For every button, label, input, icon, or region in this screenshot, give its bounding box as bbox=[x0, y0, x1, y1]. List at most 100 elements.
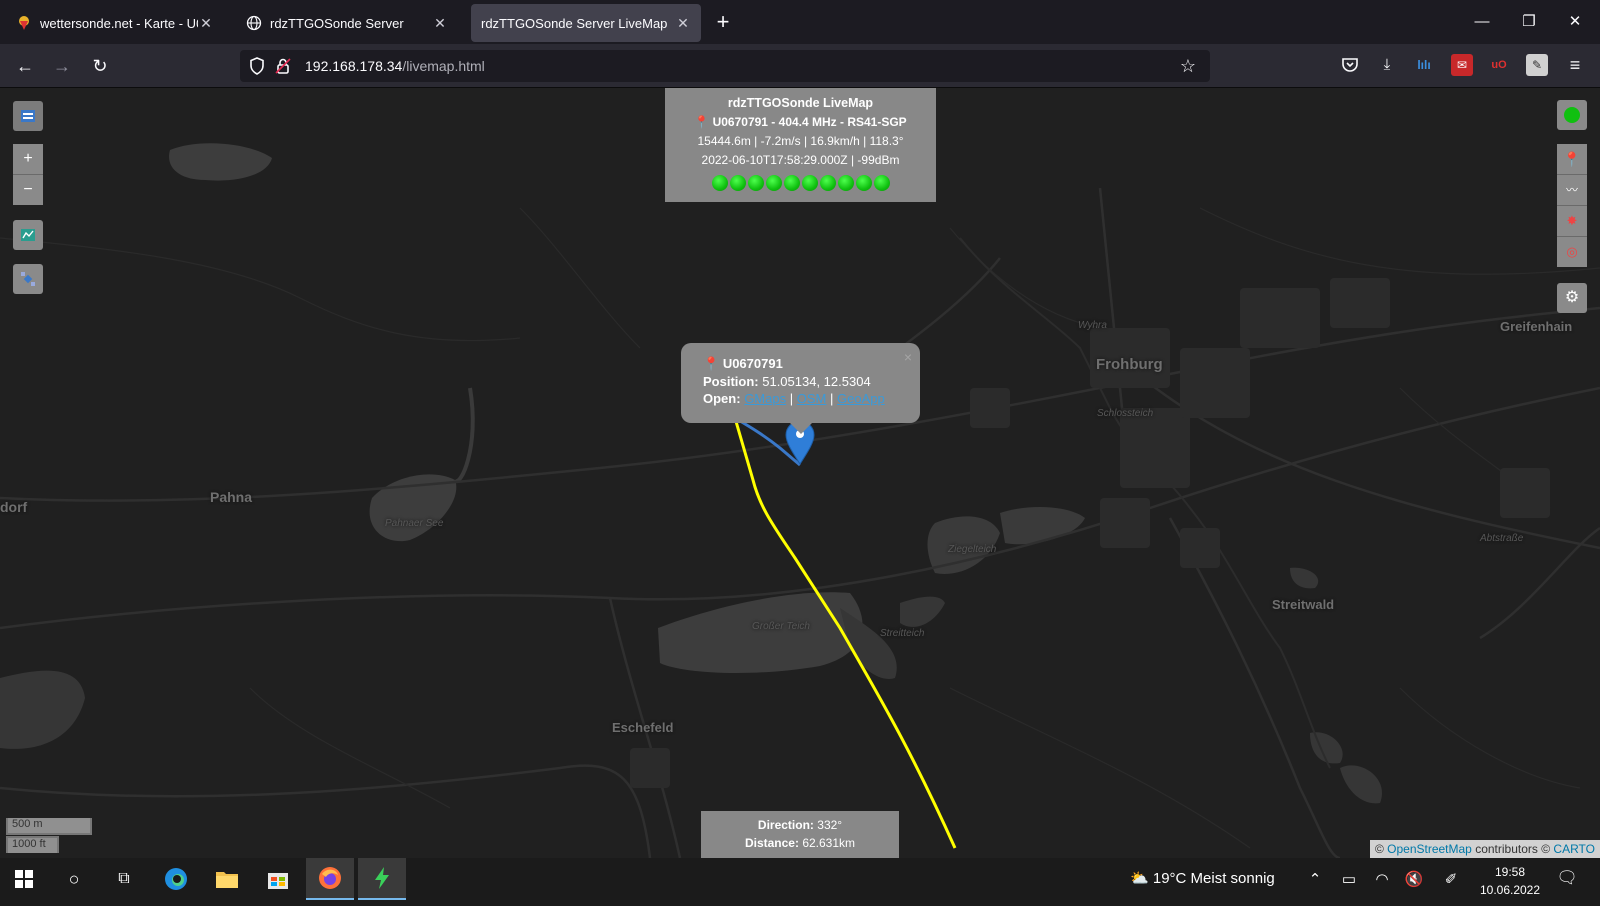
status-led-icon bbox=[1564, 107, 1580, 123]
lightning-app-icon bbox=[375, 867, 389, 889]
sonde-pin-icon: 📍 bbox=[1563, 151, 1581, 167]
layers-button[interactable] bbox=[13, 101, 43, 131]
telemetry-line: 15444.6m | -7.2m/s | 16.9km/h | 118.3° bbox=[697, 134, 904, 148]
my-location-button[interactable]: ◎ bbox=[1557, 237, 1587, 267]
direction-distance-box: Direction: 332° Distance: 62.631km bbox=[701, 811, 899, 858]
marker-control-group: 📍 〰 ✸ ◎ bbox=[1557, 144, 1587, 267]
signal-led-icon bbox=[873, 175, 890, 191]
url-text[interactable]: 192.168.178.34/livemap.html bbox=[305, 58, 485, 74]
taskbar-store[interactable] bbox=[254, 858, 302, 900]
scale-metric: 500 m bbox=[6, 818, 92, 835]
panel-title: rdzTTGOSonde LiveMap bbox=[727, 96, 874, 110]
copyright-symbol: © bbox=[1374, 842, 1384, 856]
reload-button[interactable]: ↻ bbox=[87, 53, 113, 79]
close-icon[interactable]: ✕ bbox=[198, 15, 214, 31]
forward-button[interactable]: → bbox=[49, 53, 75, 79]
lock-insecure-icon[interactable] bbox=[273, 56, 293, 76]
popup-sonde-id: U0670791 bbox=[722, 356, 783, 371]
place-pahna: Pahna bbox=[210, 489, 253, 505]
extension-chart-icon[interactable]: lılı bbox=[1413, 54, 1435, 76]
menu-icon[interactable]: ≡ bbox=[1564, 54, 1586, 76]
zoom-in-button[interactable]: + bbox=[13, 144, 43, 174]
search-button[interactable]: ○ bbox=[50, 858, 98, 900]
clock-date: 10.06.2022 bbox=[1479, 883, 1541, 897]
restore-button[interactable]: ❐ bbox=[1517, 10, 1541, 34]
satellite-view-button[interactable] bbox=[13, 264, 43, 294]
signal-led-icon bbox=[819, 175, 836, 191]
map-attribution: © OpenStreetMap contributors © CARTO bbox=[1369, 840, 1600, 858]
tab-rdz-server[interactable]: rdzTTGOSonde Server ✕ bbox=[236, 4, 458, 42]
position-value: 51.05134, 12.5304 bbox=[762, 373, 871, 389]
sonde-location-button[interactable]: 📍 bbox=[1557, 144, 1587, 174]
gmaps-link[interactable]: GMaps bbox=[744, 391, 786, 406]
openstreetmap-link[interactable]: OpenStreetMap bbox=[1387, 842, 1472, 856]
map-view-button[interactable] bbox=[13, 220, 43, 250]
taskbar-app-green[interactable] bbox=[358, 858, 406, 900]
osm-link[interactable]: OSM bbox=[797, 391, 827, 406]
time-line: 2022-06-10T17:58:29.000Z | -99dBm bbox=[701, 153, 900, 167]
extension-puzzle-icon[interactable]: ✎ bbox=[1526, 54, 1548, 76]
tab-title: rdzTTGOSonde Server bbox=[270, 15, 404, 31]
taskbar-edge[interactable] bbox=[152, 858, 200, 900]
place-pahnaer-see: Pahnaer See bbox=[385, 518, 444, 529]
weather-widget[interactable]: ⛅ 19°C Meist sonnig bbox=[1130, 869, 1275, 887]
settings-button[interactable]: ⚙ bbox=[1557, 283, 1587, 313]
place-wyhra: Wyhra bbox=[1078, 320, 1107, 331]
distance-value: 62.631km bbox=[802, 836, 856, 850]
attribution-text: contributors © bbox=[1475, 842, 1551, 856]
task-view-button[interactable]: ⧉ bbox=[100, 858, 148, 900]
livemap-info-panel: rdzTTGOSonde LiveMap 📍 U0670791 - 404.4 … bbox=[665, 88, 936, 202]
pen-icon[interactable]: ✐ bbox=[1440, 870, 1462, 888]
close-icon[interactable]: ✕ bbox=[675, 15, 691, 31]
weather-text: 19°C Meist sonnig bbox=[1152, 870, 1275, 887]
bookmark-star-icon[interactable]: ☆ bbox=[1178, 56, 1198, 76]
pocket-icon[interactable] bbox=[1339, 54, 1361, 76]
close-window-button[interactable]: ✕ bbox=[1563, 10, 1587, 34]
tab-title: rdzTTGOSonde Server LiveMap bbox=[481, 15, 668, 31]
url-host: 192.168.178.34 bbox=[305, 58, 403, 74]
target-icon: ◎ bbox=[1566, 244, 1578, 259]
sonde-pin-icon: 📍 bbox=[703, 356, 720, 371]
signal-led-icon bbox=[711, 175, 728, 191]
tab-livemap[interactable]: rdzTTGOSonde Server LiveMap ✕ bbox=[471, 4, 701, 42]
tab-wettersonde[interactable]: wettersonde.net - Karte - U0670 ✕ bbox=[6, 4, 224, 42]
battery-icon[interactable]: ▭ bbox=[1338, 870, 1360, 888]
signal-led-icon bbox=[765, 175, 782, 191]
notification-icon[interactable]: 🗨 bbox=[1556, 868, 1578, 888]
place-streitteich: Streitteich bbox=[880, 628, 925, 639]
track-toggle-button[interactable]: 〰 bbox=[1557, 175, 1587, 205]
gear-icon: ⚙ bbox=[1564, 289, 1580, 306]
place-abtstrasse: Abtstraße bbox=[1480, 533, 1524, 544]
carto-link[interactable]: CARTO bbox=[1553, 842, 1595, 856]
taskbar-firefox[interactable] bbox=[306, 858, 354, 900]
zoom-out-button[interactable]: − bbox=[13, 175, 43, 205]
sonde-id-frequency: U0670791 - 404.4 MHz - RS41-SGP bbox=[712, 115, 907, 129]
sonde-pin-icon: 📍 bbox=[694, 115, 710, 129]
close-icon[interactable]: × bbox=[904, 349, 912, 367]
close-icon[interactable]: ✕ bbox=[432, 15, 448, 31]
signal-led-icon bbox=[729, 175, 746, 191]
link-separator: | bbox=[829, 391, 834, 406]
taskbar-explorer[interactable] bbox=[203, 858, 251, 900]
speaker-muted-icon[interactable]: 🔇 bbox=[1403, 870, 1425, 888]
wifi-icon[interactable]: ◠ bbox=[1371, 870, 1393, 888]
start-button[interactable] bbox=[0, 858, 48, 900]
map-view[interactable]: Frohburg Greifenhain Pahna Streitwald Es… bbox=[0, 88, 1600, 858]
taskbar-clock[interactable]: 19:58 10.06.2022 bbox=[1478, 863, 1542, 899]
tray-overflow-icon[interactable]: ⌃ bbox=[1304, 870, 1326, 888]
mail-extension-icon[interactable]: ✉ bbox=[1451, 54, 1473, 76]
ublock-icon[interactable]: uO bbox=[1488, 54, 1510, 76]
url-bar[interactable]: 192.168.178.34/livemap.html ☆ bbox=[240, 50, 1210, 82]
burst-button[interactable]: ✸ bbox=[1557, 206, 1587, 236]
download-icon[interactable]: ⤓ bbox=[1376, 54, 1398, 76]
geoapp-link[interactable]: GeoApp bbox=[837, 391, 885, 406]
windows-taskbar: ○ ⧉ ⛅ 19°C Meist sonnig ⌃ ▭ ◠ 🔇 ✐ 19:58 … bbox=[0, 858, 1600, 900]
place-greifenhain: Greifenhain bbox=[1500, 319, 1573, 334]
shield-icon[interactable] bbox=[247, 56, 267, 76]
new-tab-button[interactable]: + bbox=[712, 11, 734, 34]
place-schlossteich: Schlossteich bbox=[1097, 408, 1154, 419]
back-button[interactable]: ← bbox=[12, 53, 38, 79]
connection-status-button[interactable] bbox=[1557, 100, 1587, 130]
map-base-layer bbox=[0, 143, 1600, 858]
minimize-button[interactable]: — bbox=[1470, 10, 1494, 34]
